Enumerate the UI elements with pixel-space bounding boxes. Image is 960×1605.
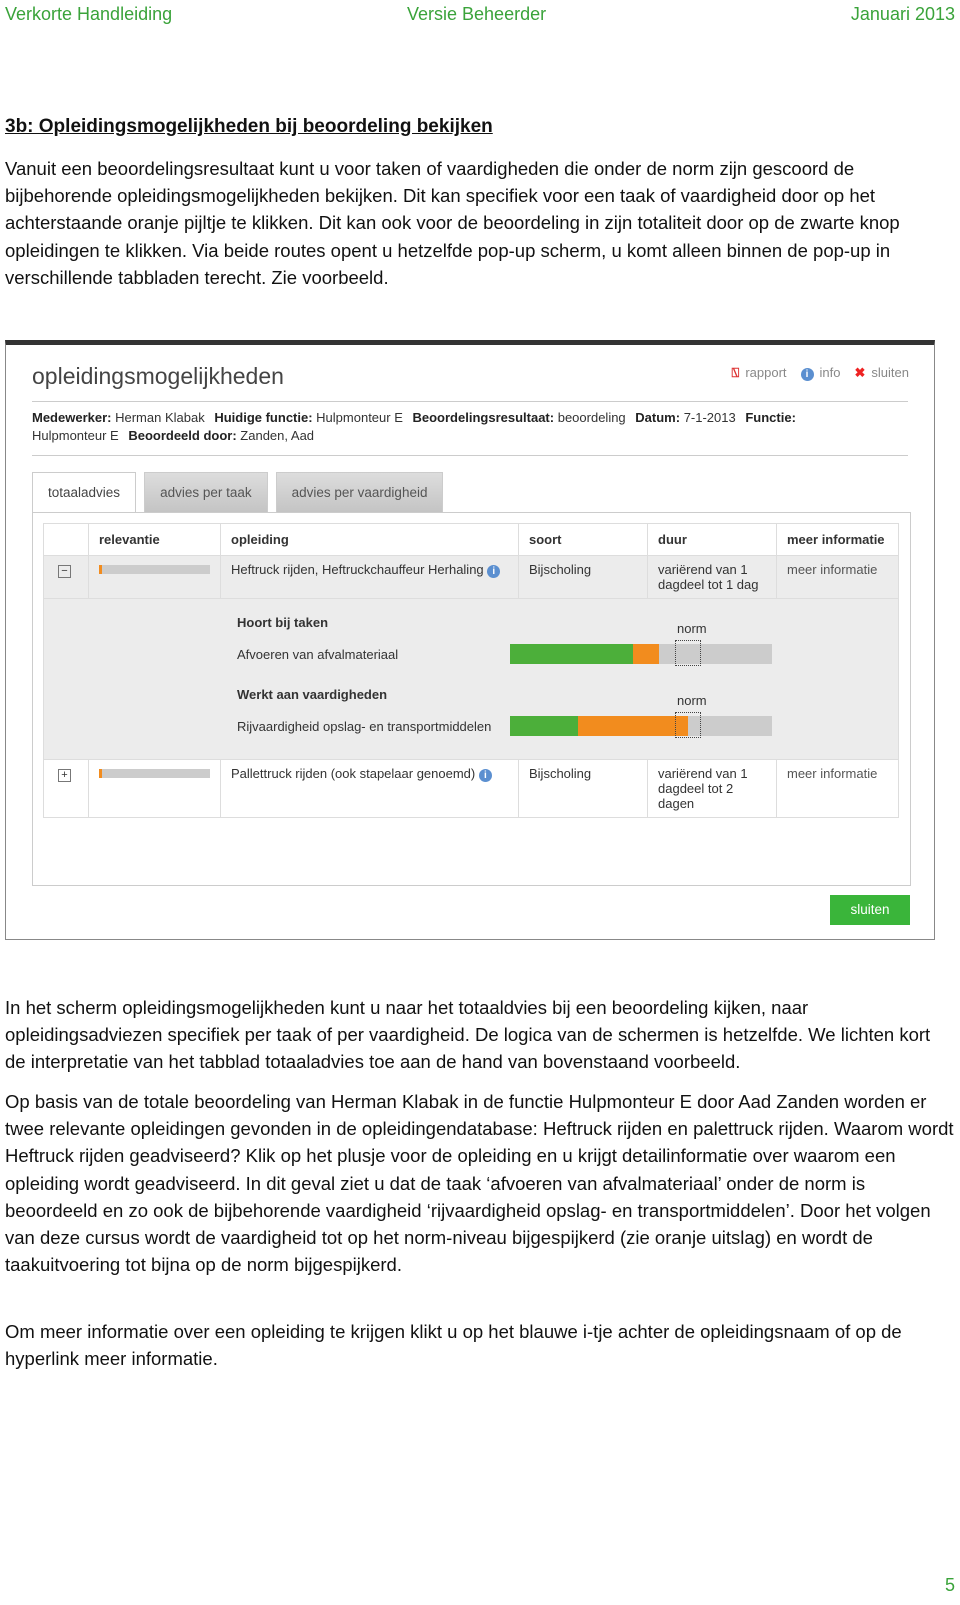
meta-value: Hulpmonteur E	[316, 410, 407, 425]
meta-value: Zanden, Aad	[240, 428, 315, 443]
header-center: Versie Beheerder	[407, 4, 547, 24]
tab-panel: relevantie opleiding soort duur meer inf…	[32, 512, 911, 886]
meta-info: Medewerker: Herman Klabak Huidige functi…	[32, 409, 872, 445]
norm-label: norm	[677, 621, 707, 636]
norm-label: norm	[677, 693, 707, 708]
popup-title: opleidingsmogelijkheden	[32, 363, 284, 389]
popup-screenshot: opleidingsmogelijkheden ⍂ rapport i info ✖…	[5, 340, 935, 940]
relevance-bar	[99, 769, 210, 778]
norm-marker	[675, 712, 702, 738]
info-icon[interactable]: i	[478, 769, 492, 782]
pdf-icon: ⍂	[731, 365, 740, 380]
collapse-toggle[interactable]: −	[58, 565, 71, 578]
table-row: − Heftruck rijden, Heftruckchauffeur Her…	[43, 555, 899, 599]
rapport-button[interactable]: ⍂ rapport	[732, 365, 787, 381]
meta-value: Herman Klabak	[115, 410, 209, 425]
opleiding-name: Pallettruck rijden (ook stapelaar genoem…	[231, 766, 476, 781]
tab-advies-per-vaardigheid[interactable]: advies per vaardigheid	[275, 472, 444, 512]
col-opleiding: opleiding	[220, 523, 519, 556]
duur: variërend van 1 dagdeel tot 2 dagen	[647, 759, 777, 818]
meta-label: Datum:	[635, 410, 681, 425]
meta-value: beoordeling	[557, 410, 630, 425]
info-icon[interactable]: i	[487, 565, 501, 578]
skill-name: Rijvaardigheid opslag- en transportmidde…	[237, 719, 492, 734]
soort: Bijscholing	[518, 555, 648, 599]
meer-informatie-link[interactable]: meer informatie	[787, 766, 877, 781]
close-x-icon: ✖	[854, 365, 866, 380]
current-score-fill	[510, 644, 634, 664]
tasks-heading: Hoort bij taken	[237, 615, 329, 630]
meta-label: Beoordeeld door:	[128, 428, 237, 443]
tab-advies-per-taak[interactable]: advies per taak	[144, 472, 268, 512]
opleiding-name: Heftruck rijden, Heftruckchauffeur Herha…	[231, 562, 484, 577]
task-score-bar	[510, 640, 772, 666]
meta-label: Huidige functie:	[214, 410, 313, 425]
page-number: 5	[944, 1575, 955, 1595]
col-duur: duur	[647, 523, 777, 556]
popup-actions: ⍂ rapport i info ✖ sluiten	[732, 365, 909, 381]
info-button[interactable]: i info	[800, 365, 841, 381]
col-soort: soort	[518, 523, 648, 556]
training-gain-fill	[578, 716, 689, 736]
header-right: Januari 2013	[850, 4, 955, 24]
soort: Bijscholing	[518, 759, 648, 818]
current-score-fill	[510, 716, 579, 736]
norm-marker	[675, 640, 702, 666]
divider	[32, 455, 908, 456]
col-meer-informatie: meer informatie	[776, 523, 899, 556]
table-header: relevantie opleiding soort duur meer inf…	[43, 523, 899, 556]
col-relevantie: relevantie	[88, 523, 221, 556]
training-table: relevantie opleiding soort duur meer inf…	[43, 523, 899, 818]
meta-label: Beoordelingsresultaat:	[412, 410, 555, 425]
table-row: + Pallettruck rijden (ook stapelaar geno…	[43, 759, 899, 818]
meta-label: Medewerker:	[32, 410, 112, 425]
duur: variërend van 1 dagdeel tot 1 dag	[647, 555, 777, 599]
section-title: 3b: Opleidingsmogelijkheden bij beoordel…	[5, 116, 493, 137]
meta-value: 7-1-2013	[683, 410, 740, 425]
sluiten-button[interactable]: sluiten	[830, 895, 910, 925]
relevance-bar	[99, 565, 210, 574]
meer-informatie-link[interactable]: meer informatie	[787, 562, 877, 577]
skills-heading: Werkt aan vaardigheden	[237, 687, 388, 702]
meer-informatie-hyperlink[interactable]: meer informatie	[84, 1348, 213, 1369]
training-gain-fill	[633, 644, 660, 664]
paragraph-4: Om meer informatie over een opleiding te…	[5, 1321, 902, 1370]
task-name: Afvoeren van afvalmateriaal	[237, 647, 399, 662]
header-left: Verkorte Handleiding	[5, 4, 173, 24]
info-icon: i	[800, 368, 814, 381]
paragraph-3: Op basis van de totale beoordeling van H…	[5, 1091, 954, 1276]
detail-row: Hoort bij taken norm Afvoeren van afvalm…	[43, 598, 899, 760]
paragraph-2: In het scherm opleidingsmogelijkheden ku…	[5, 997, 931, 1073]
divider	[32, 401, 908, 402]
intro-paragraph: Vanuit een beoordelingsresultaat kunt u …	[5, 158, 900, 288]
skill-score-bar	[510, 712, 772, 738]
tab-totaaladvies[interactable]: totaaladvies	[32, 472, 137, 512]
sluiten-link[interactable]: ✖ sluiten	[855, 365, 909, 381]
expand-toggle[interactable]: +	[58, 769, 71, 782]
meta-label: Functie:	[745, 410, 796, 425]
meta-value: Hulpmonteur E	[32, 428, 123, 443]
